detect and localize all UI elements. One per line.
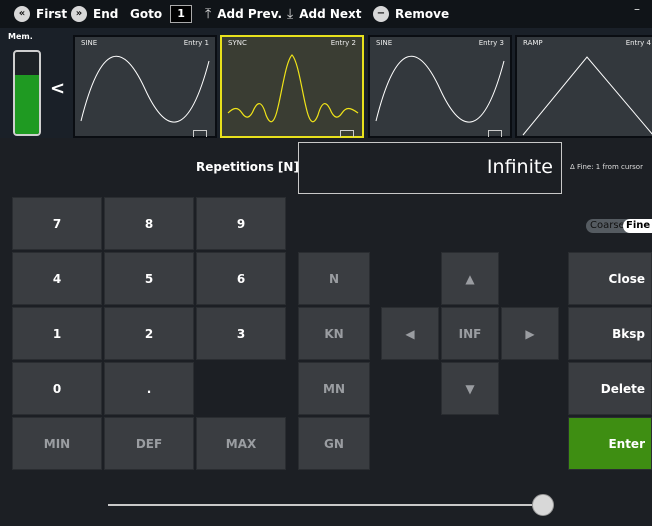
end-label: End (93, 7, 119, 21)
entry-label: Entry 1 (183, 39, 209, 47)
key-8[interactable]: 8 (104, 197, 194, 250)
minus-circle-icon: − (373, 6, 389, 22)
entry-corner-marker (193, 130, 207, 137)
key-3[interactable]: 3 (196, 307, 286, 360)
scroll-left-icon[interactable]: < (50, 78, 65, 99)
memory-bar (13, 50, 41, 136)
ramp-wave-preview (522, 56, 652, 136)
infinite-button[interactable]: INF (441, 307, 499, 360)
key-6[interactable]: 6 (196, 252, 286, 305)
insert-before-icon: ⤒ (205, 6, 212, 22)
goto-control: Goto 1 (130, 0, 193, 28)
sync-wave-preview (227, 54, 359, 123)
add-next-label: Add Next (299, 7, 362, 21)
coarse-fine-toggle[interactable]: Coarse Fine (586, 219, 652, 233)
remove-button[interactable]: − Remove (373, 0, 449, 28)
sine-wave-preview (80, 55, 210, 123)
value-text: Infinite (486, 156, 553, 178)
key-4[interactable]: 4 (12, 252, 102, 305)
entry-card-3[interactable]: SINE Entry 3 (368, 35, 512, 138)
add-next-button[interactable]: ⤓ Add Next (287, 0, 362, 28)
entry-label: Entry 2 (330, 39, 356, 47)
max-button[interactable]: MAX (196, 417, 286, 470)
backspace-button[interactable]: Bksp (568, 307, 652, 360)
memory-label: Mem. (8, 32, 33, 41)
min-button[interactable]: MIN (12, 417, 102, 470)
unit-mn-button[interactable]: MN (298, 362, 370, 415)
unit-n-button[interactable]: N (298, 252, 370, 305)
key-1[interactable]: 1 (12, 307, 102, 360)
key-2[interactable]: 2 (104, 307, 194, 360)
fast-forward-icon: » (71, 6, 87, 22)
cursor-up-button[interactable]: ▲ (441, 252, 499, 305)
goto-input[interactable]: 1 (170, 5, 193, 23)
parameter-label: Repetitions [N] (196, 160, 299, 174)
cursor-left-button[interactable]: ◀ (381, 307, 439, 360)
first-button[interactable]: « First (14, 0, 67, 28)
end-button[interactable]: » End (71, 0, 118, 28)
fine-option[interactable]: Fine (623, 219, 652, 233)
key-5[interactable]: 5 (104, 252, 194, 305)
entry-type: SYNC (228, 39, 247, 47)
key-decimal[interactable]: . (104, 362, 194, 415)
key-9[interactable]: 9 (196, 197, 286, 250)
goto-label: Goto (130, 7, 163, 21)
delete-button[interactable]: Delete (568, 362, 652, 415)
add-prev-button[interactable]: ⤒ Add Prev. (205, 0, 282, 28)
memory-bar-fill (15, 74, 39, 134)
cursor-right-button[interactable]: ▶ (501, 307, 559, 360)
entry-corner-marker (488, 130, 502, 137)
value-slider-thumb[interactable] (532, 494, 555, 516)
default-button[interactable]: DEF (104, 417, 194, 470)
unit-kn-button[interactable]: KN (298, 307, 370, 360)
entry-card-4[interactable]: RAMP Entry 4 (515, 35, 652, 138)
minimize-button[interactable]: – (634, 2, 640, 16)
entry-card-1[interactable]: SINE Entry 1 (73, 35, 217, 138)
close-button[interactable]: Close (568, 252, 652, 305)
enter-button[interactable]: Enter (568, 417, 652, 470)
entry-card-2[interactable]: SYNC Entry 2 (220, 35, 364, 138)
coarse-option[interactable]: Coarse (590, 219, 625, 233)
fine-step-info: Δ Fine: 1 from cursor (570, 163, 643, 171)
key-7[interactable]: 7 (12, 197, 102, 250)
value-slider-track[interactable] (108, 504, 552, 506)
first-label: First (36, 7, 68, 21)
entry-type: SINE (81, 39, 98, 47)
entry-type: RAMP (523, 39, 543, 47)
rewind-icon: « (14, 6, 30, 22)
insert-after-icon: ⤓ (287, 6, 294, 22)
unit-gn-button[interactable]: GN (298, 417, 370, 470)
add-prev-label: Add Prev. (217, 7, 283, 21)
value-display[interactable]: Infinite (298, 142, 562, 194)
memory-indicator: Mem. (8, 32, 44, 136)
cursor-down-button[interactable]: ▼ (441, 362, 499, 415)
remove-label: Remove (395, 7, 450, 21)
key-0[interactable]: 0 (12, 362, 102, 415)
entry-label: Entry 3 (478, 39, 504, 47)
toolbar: « First » End Goto 1 ⤒ Add Prev. ⤓ Add N… (0, 0, 652, 28)
entry-type: SINE (376, 39, 393, 47)
entry-corner-marker (340, 130, 354, 137)
entry-label: Entry 4 (625, 39, 651, 47)
sine-wave-preview (375, 55, 505, 123)
